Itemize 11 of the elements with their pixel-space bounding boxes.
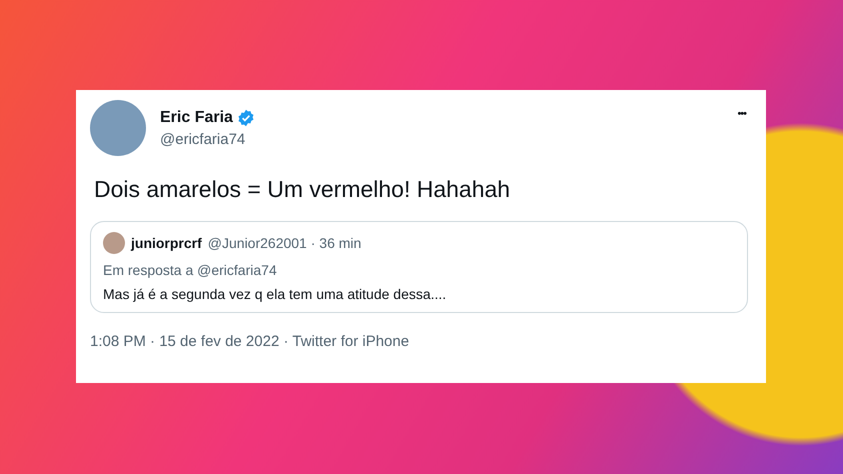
author-name[interactable]: Eric Faria [160,108,233,126]
quoted-tweet[interactable]: juniorprcrf @Junior262001 · 36 min Em resposta a @ericfaria74 Mas já é a segunda vez q ela tem uma atitude dessa.... [90,221,748,313]
author-handle[interactable]: @ericfaria74 [160,130,720,148]
quoted-handle-time: @Junior262001 · 36 min [208,235,362,251]
reply-to-text: Em resposta a @ericfaria74 [103,262,278,278]
more-options-button[interactable]: ••• [733,108,750,120]
tweet-timestamp: 1:08 PM · 15 de fev de 2022 · Twitter for iPhone [90,333,410,350]
tweet-text: Dois amarelos = Um vermelho! Hahahah [94,176,512,203]
quoted-author-name: juniorprcrf [131,235,202,251]
quoted-text: Mas já é a segunda vez q ela tem uma atitude dessa.... [103,286,448,302]
avatar-placeholder [103,232,125,254]
